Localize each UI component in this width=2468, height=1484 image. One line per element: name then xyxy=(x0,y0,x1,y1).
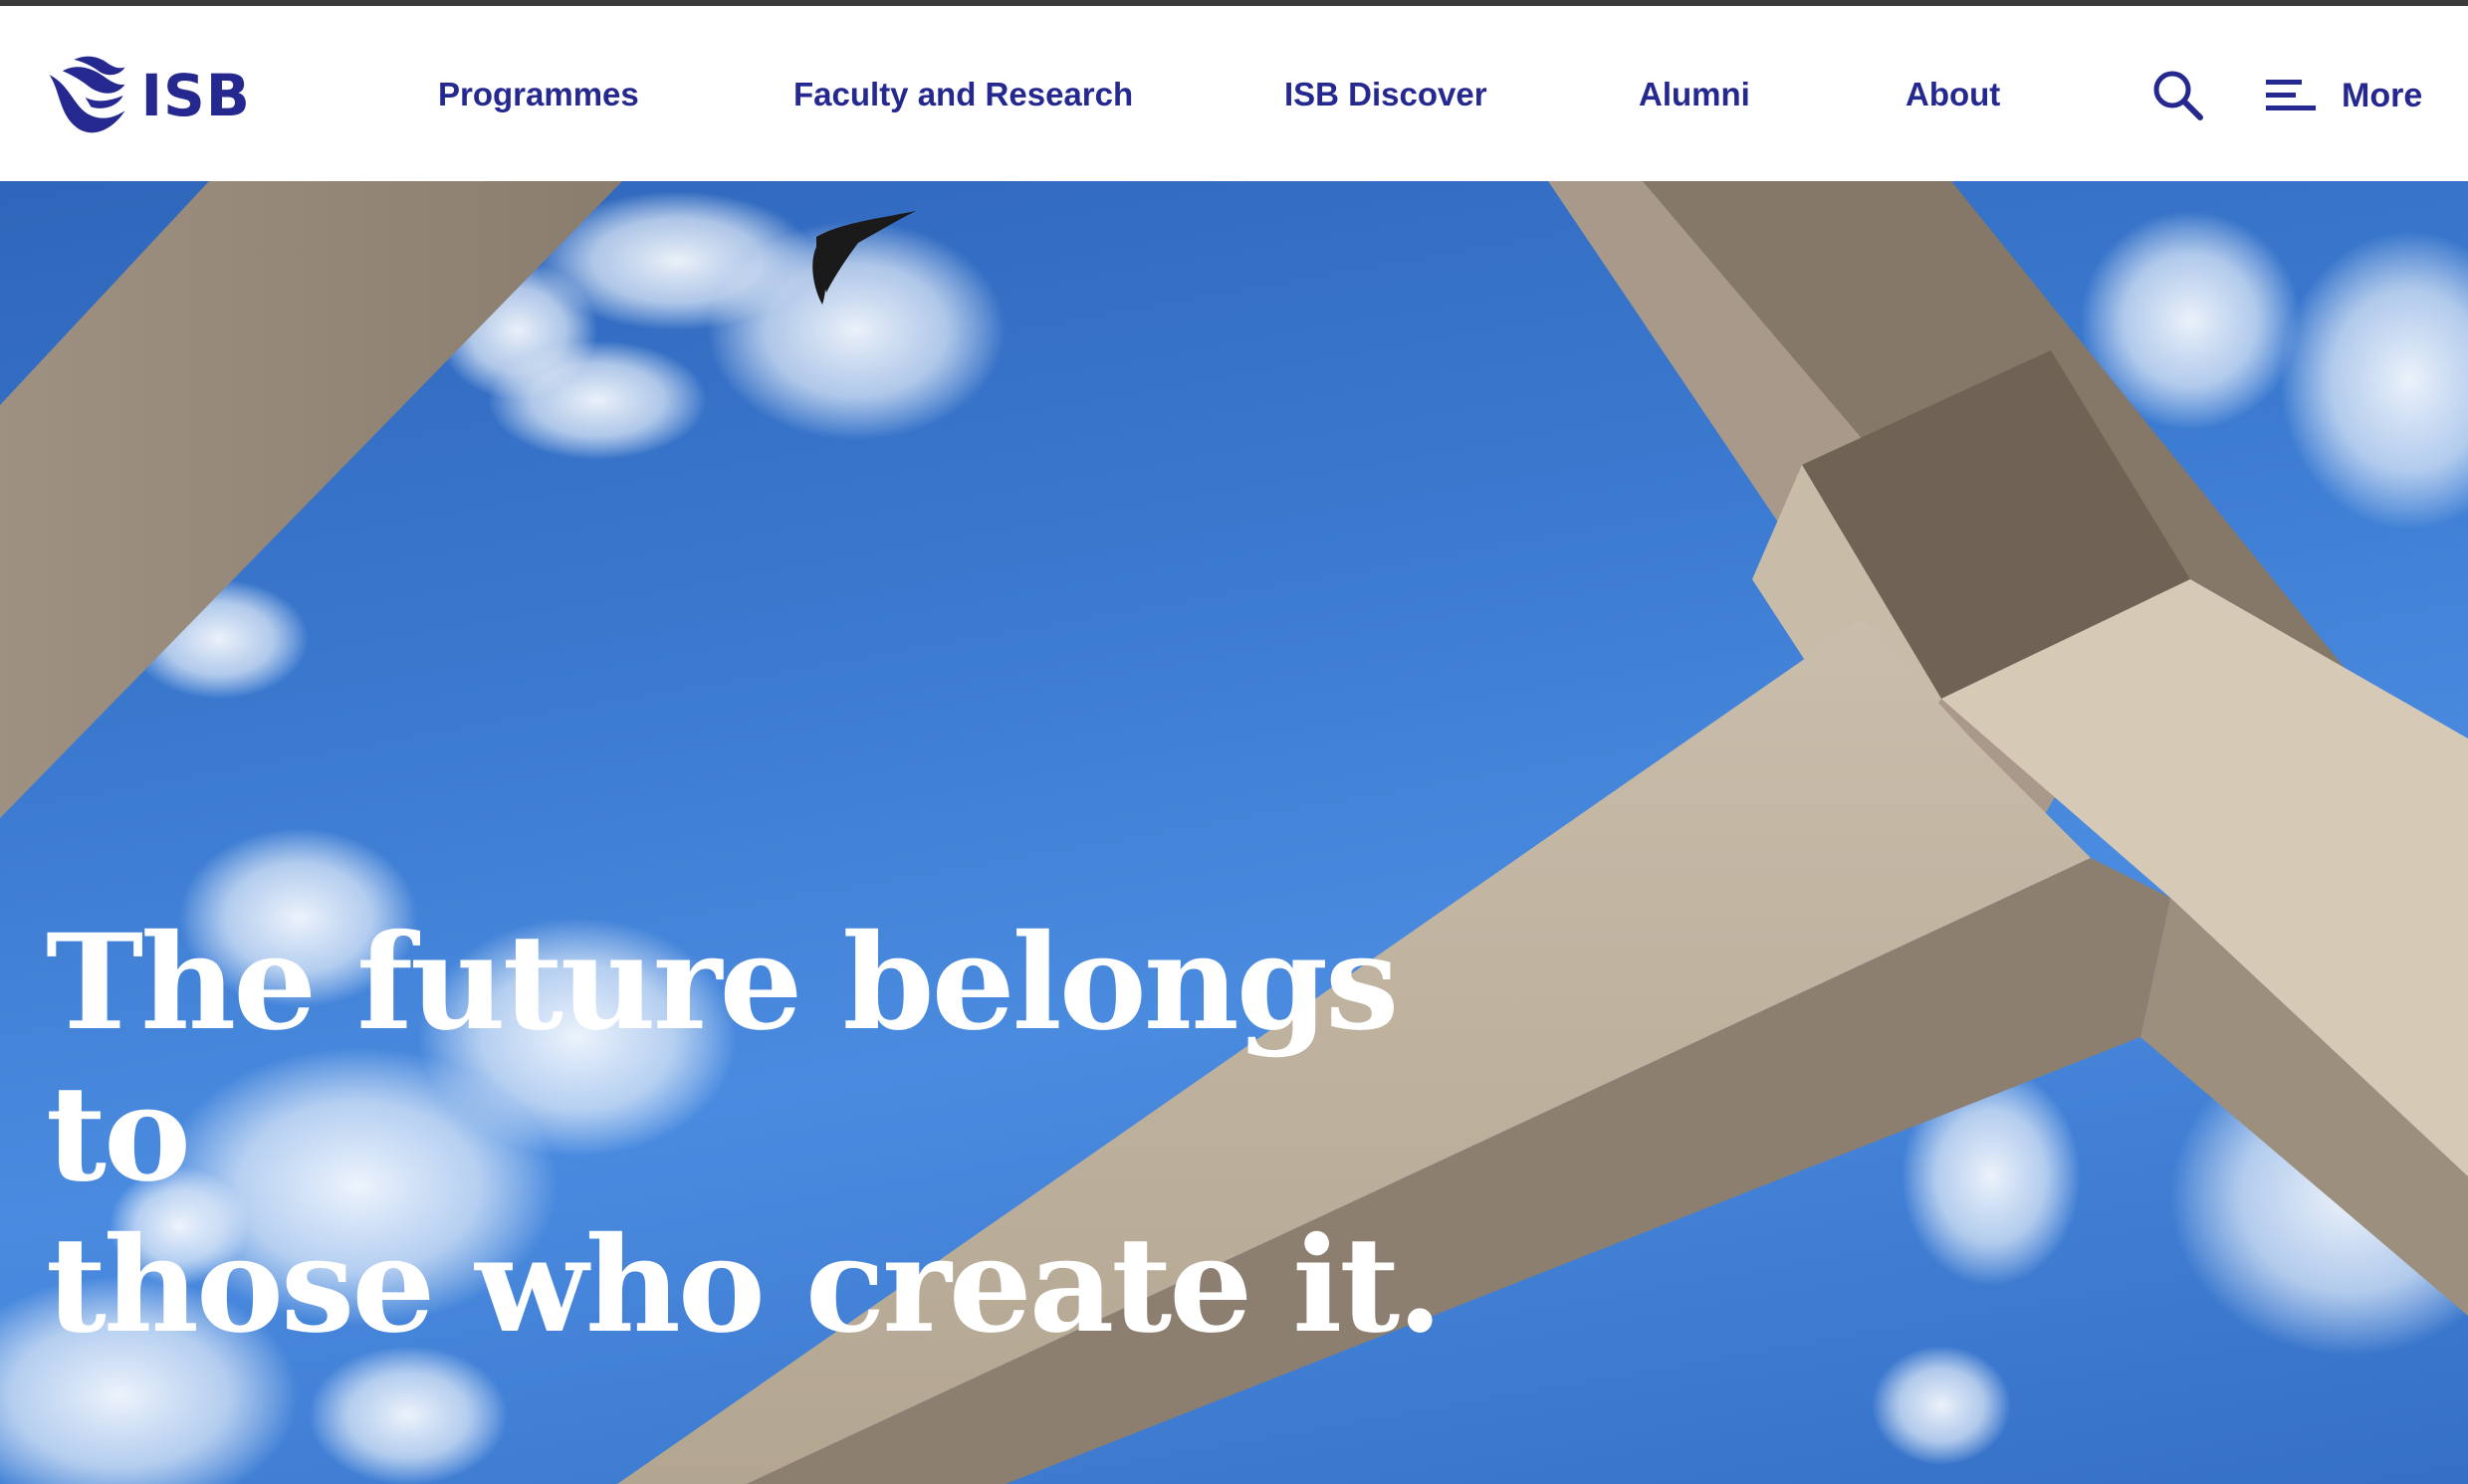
search-icon xyxy=(2153,71,2203,120)
nav-programmes[interactable]: Programmes xyxy=(438,70,639,119)
hero-banner: The future belongs to those who create i… xyxy=(0,181,2468,1484)
main-nav: Programmes Faculty and Research ISB Disc… xyxy=(0,6,2468,181)
nav-alumni[interactable]: Alumni xyxy=(1639,70,1750,119)
search-button[interactable] xyxy=(2150,68,2206,123)
more-label: More xyxy=(2342,76,2423,114)
more-menu-button[interactable]: More xyxy=(2266,68,2422,123)
nav-faculty-and-research[interactable]: Faculty and Research xyxy=(793,70,1133,119)
nav-about[interactable]: About xyxy=(1906,70,2000,119)
hero-heading-line-2: those who create it. xyxy=(46,1208,1443,1363)
hero-heading: The future belongs to those who create i… xyxy=(46,908,1539,1362)
nav-isb-discover[interactable]: ISB Discover xyxy=(1284,70,1487,119)
hero-heading-line-1: The future belongs to xyxy=(46,906,1399,1211)
site-header: ISB Programmes Faculty and Research ISB … xyxy=(0,6,2468,181)
hamburger-icon xyxy=(2266,80,2316,110)
